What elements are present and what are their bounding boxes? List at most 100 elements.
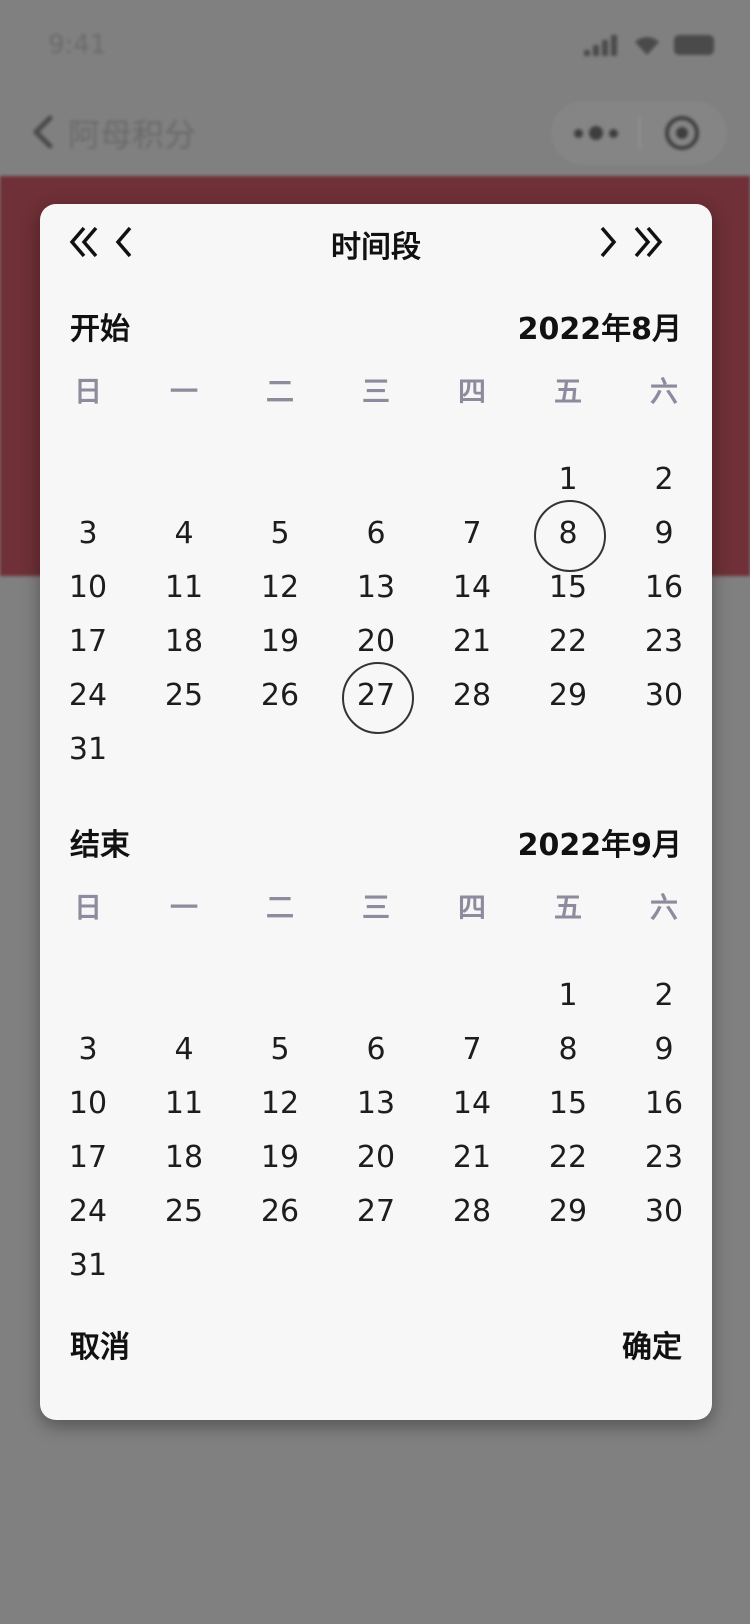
end-day[interactable]: 10	[40, 1076, 136, 1132]
start-day[interactable]: 13	[328, 560, 424, 616]
end-day[interactable]: 2	[616, 968, 712, 1024]
end-label: 结束	[70, 828, 130, 863]
end-day[interactable]: 8	[520, 1022, 616, 1078]
start-day[interactable]: 17	[40, 614, 136, 670]
weekday-label: 二	[265, 375, 294, 408]
start-day-selected[interactable]: 8	[520, 500, 616, 572]
start-day[interactable]: 6	[328, 506, 424, 562]
start-day[interactable]: 31	[40, 722, 136, 778]
start-day[interactable]: 10	[40, 560, 136, 616]
picker-footer: 取消 确定	[70, 1322, 682, 1370]
end-day[interactable]: 22	[520, 1130, 616, 1186]
weekday-label: 五	[553, 891, 582, 924]
start-day[interactable]: 19	[232, 614, 328, 670]
start-day[interactable]: 26	[232, 668, 328, 724]
weekday-label: 日	[73, 375, 102, 408]
end-day[interactable]: 19	[232, 1130, 328, 1186]
weekday-label: 四	[457, 375, 486, 408]
wifi-icon	[635, 37, 659, 55]
weekday-label: 四	[457, 891, 486, 924]
end-day[interactable]: 25	[136, 1184, 232, 1240]
start-day[interactable]: 25	[136, 668, 232, 724]
status-icons	[584, 34, 714, 56]
status-bar: 9:41	[0, 0, 750, 88]
weekday-label: 一	[169, 891, 198, 924]
start-day-selected[interactable]: 27	[328, 662, 424, 734]
end-day[interactable]: 26	[232, 1184, 328, 1240]
start-day[interactable]: 29	[520, 668, 616, 724]
start-day[interactable]: 14	[424, 560, 520, 616]
start-day[interactable]: 2	[616, 452, 712, 508]
start-day[interactable]: 16	[616, 560, 712, 616]
weekday-label: 六	[649, 375, 678, 408]
end-day[interactable]: 3	[40, 1022, 136, 1078]
end-day[interactable]: 28	[424, 1184, 520, 1240]
start-day[interactable]: 12	[232, 560, 328, 616]
start-day[interactable]: 18	[136, 614, 232, 670]
weekday-label: 日	[73, 891, 102, 924]
end-day[interactable]: 5	[232, 1022, 328, 1078]
confirm-button[interactable]: 确定	[622, 1322, 682, 1366]
end-day[interactable]: 4	[136, 1022, 232, 1078]
start-day[interactable]: 23	[616, 614, 712, 670]
signal-icon	[584, 34, 620, 56]
end-day[interactable]: 13	[328, 1076, 424, 1132]
start-day[interactable]: 21	[424, 614, 520, 670]
end-day[interactable]: 15	[520, 1076, 616, 1132]
end-day[interactable]: 29	[520, 1184, 616, 1240]
weekday-label: 一	[169, 375, 198, 408]
end-day[interactable]: 23	[616, 1130, 712, 1186]
end-day[interactable]: 11	[136, 1076, 232, 1132]
end-day[interactable]: 18	[136, 1130, 232, 1186]
start-section-header: 开始 2022年8月	[70, 304, 682, 352]
start-day[interactable]: 4	[136, 506, 232, 562]
chevron-right-icon[interactable]	[586, 220, 626, 264]
weekday-label: 六	[649, 891, 678, 924]
end-day[interactable]: 27	[328, 1184, 424, 1240]
end-day[interactable]: 17	[40, 1130, 136, 1186]
cancel-button[interactable]: 取消	[70, 1322, 130, 1366]
start-day[interactable]: 28	[424, 668, 520, 724]
start-day[interactable]: 30	[616, 668, 712, 724]
nav-bar: 阿母积分	[0, 88, 750, 176]
double-chevron-right-icon[interactable]	[626, 220, 666, 264]
start-day[interactable]: 15	[520, 560, 616, 616]
end-day[interactable]: 6	[328, 1022, 424, 1078]
start-day[interactable]: 22	[520, 614, 616, 670]
weekday-label: 二	[265, 891, 294, 924]
battery-icon	[674, 35, 714, 55]
weekday-label: 三	[361, 375, 390, 408]
status-time: 9:41	[48, 30, 107, 60]
end-day[interactable]: 7	[424, 1022, 520, 1078]
end-section-header: 结束 2022年9月	[70, 820, 682, 868]
end-day[interactable]: 20	[328, 1130, 424, 1186]
end-month-label: 2022年9月	[517, 828, 682, 863]
end-day[interactable]: 31	[40, 1238, 136, 1294]
more-menu-icon[interactable]	[553, 103, 639, 163]
end-day[interactable]: 21	[424, 1130, 520, 1186]
end-day[interactable]: 9	[616, 1022, 712, 1078]
start-day[interactable]: 3	[40, 506, 136, 562]
end-day[interactable]: 30	[616, 1184, 712, 1240]
start-day[interactable]: 9	[616, 506, 712, 562]
start-label: 开始	[70, 312, 130, 347]
end-weekday-row: 日一二三四五六	[40, 886, 712, 926]
weekday-label: 五	[553, 375, 582, 408]
start-day[interactable]: 24	[40, 668, 136, 724]
start-weekday-row: 日一二三四五六	[40, 370, 712, 410]
back-icon[interactable]	[30, 114, 56, 150]
close-miniprogram-icon[interactable]	[640, 103, 726, 163]
end-day[interactable]: 14	[424, 1076, 520, 1132]
end-day[interactable]: 1	[520, 968, 616, 1024]
start-day[interactable]: 5	[232, 506, 328, 562]
start-day[interactable]: 11	[136, 560, 232, 616]
capsule-menu	[552, 102, 726, 164]
date-range-picker: 时间段 开始 2022年8月 日一二三四五六 1 2 3 4 5 6 7 8 9 10 11 12 13…	[40, 204, 712, 1420]
weekday-label: 三	[361, 891, 390, 924]
start-day[interactable]: 7	[424, 506, 520, 562]
end-day[interactable]: 24	[40, 1184, 136, 1240]
start-month-label: 2022年8月	[517, 312, 682, 347]
end-day[interactable]: 16	[616, 1076, 712, 1132]
nav-title: 阿母积分	[68, 116, 197, 154]
end-day[interactable]: 12	[232, 1076, 328, 1132]
